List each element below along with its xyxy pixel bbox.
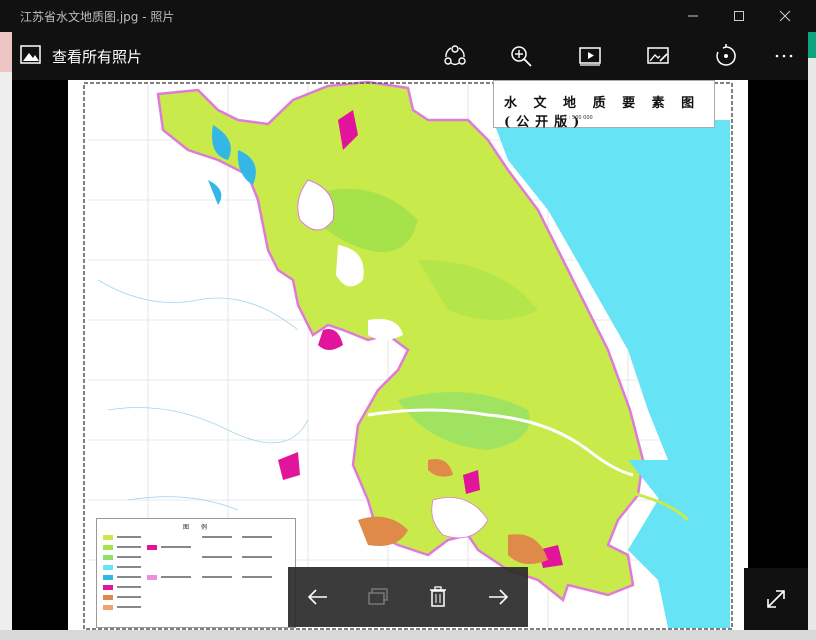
more-button[interactable] <box>770 42 798 70</box>
slideshow-icon <box>579 47 601 66</box>
zoom-button[interactable] <box>507 42 535 70</box>
background-window-bottom <box>0 630 816 640</box>
rotate-button[interactable] <box>712 42 740 70</box>
photo-toolbar: 查看所有照片 <box>12 32 808 80</box>
more-icon <box>775 54 793 58</box>
arrow-right-icon <box>489 589 509 605</box>
slideshow-button[interactable] <box>576 42 604 70</box>
delete-button[interactable] <box>424 583 452 611</box>
share-icon <box>444 45 466 66</box>
fullscreen-icon <box>767 590 785 608</box>
maximize-icon <box>734 11 744 21</box>
compare-button <box>364 583 392 611</box>
next-button[interactable] <box>484 583 512 611</box>
zoom-in-icon <box>511 46 532 67</box>
navigation-overlay <box>288 567 528 627</box>
trash-icon <box>430 586 446 607</box>
gallery-icon <box>20 45 41 64</box>
map-title-box: 水 文 地 质 要 素 图(公开版) 1 : 500 000 <box>493 80 715 130</box>
legend-swatches <box>103 535 272 610</box>
window-title: 江苏省水文地质图.jpg - 照片 <box>20 10 175 24</box>
minimize-icon <box>688 15 698 17</box>
image-viewer[interactable]: 水 文 地 质 要 素 图(公开版) 1 : 500 000 图 例 <box>12 80 808 632</box>
previous-button[interactable] <box>304 583 332 611</box>
fullscreen-button[interactable] <box>744 568 808 630</box>
close-button[interactable] <box>762 0 808 32</box>
map-title: 水 文 地 质 要 素 图(公开版) <box>504 96 701 130</box>
compare-icon <box>368 588 388 605</box>
map-legend: 图 例 <box>96 518 296 628</box>
maximize-button[interactable] <box>716 0 762 32</box>
edit-button[interactable] <box>644 42 672 70</box>
edit-image-icon <box>647 47 669 64</box>
close-icon <box>779 10 791 22</box>
minimize-button[interactable] <box>670 0 716 32</box>
window-titlebar: 江苏省水文地质图.jpg - 照片 <box>0 0 816 32</box>
background-window-edge <box>0 32 12 640</box>
arrow-left-icon <box>307 589 327 605</box>
share-button[interactable] <box>441 42 469 70</box>
rotate-icon <box>716 44 736 66</box>
map-scale: 1 : 500 000 <box>564 115 593 121</box>
map-image: 水 文 地 质 要 素 图(公开版) 1 : 500 000 图 例 <box>68 80 748 632</box>
background-window-edge-right <box>808 32 816 640</box>
view-all-photos-label: 查看所有照片 <box>52 48 143 66</box>
